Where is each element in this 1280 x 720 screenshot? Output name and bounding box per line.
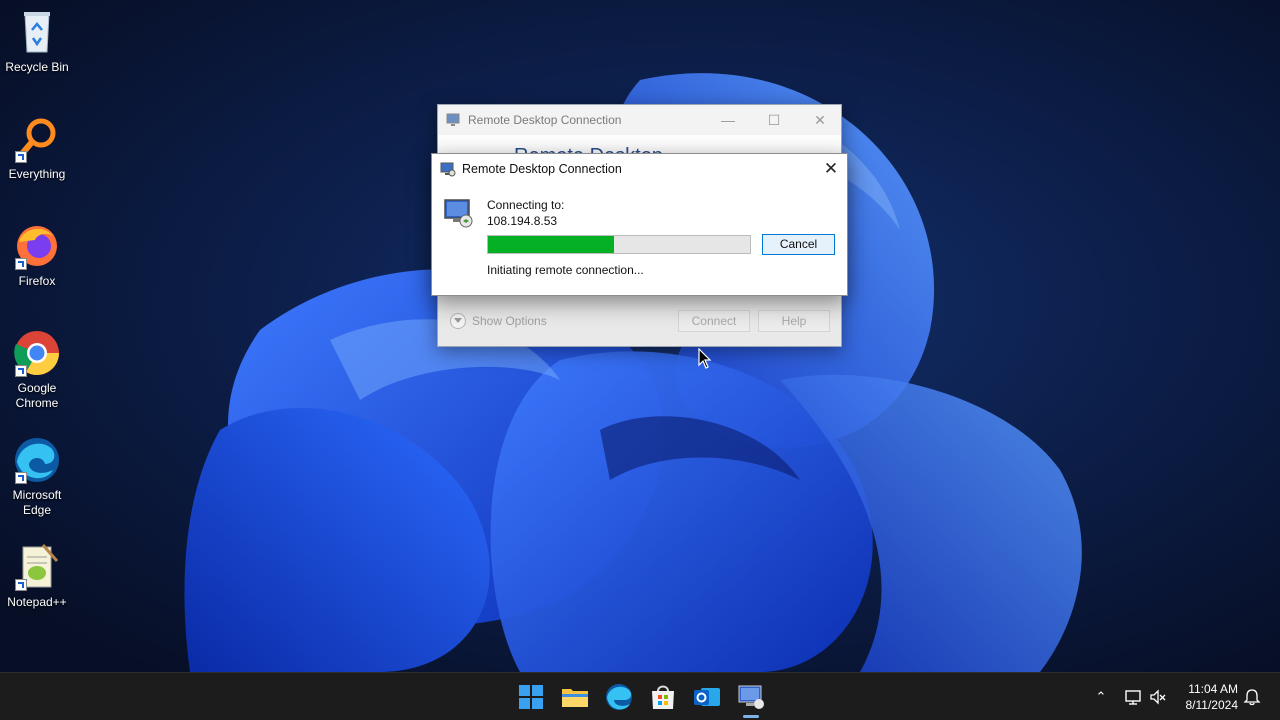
desktop-icon-label: Google Chrome [15, 381, 59, 410]
desktop-icon-microsoft-edge[interactable]: Microsoft Edge [0, 436, 74, 518]
clock-date: 8/11/2024 [1185, 698, 1239, 712]
chrome-icon [13, 329, 61, 377]
system-clock[interactable]: 11:04 AM 8/11/2024 [1174, 681, 1239, 713]
rdc-window-icon [446, 113, 460, 126]
active-app-indicator [743, 715, 759, 718]
notepad-plus-plus-icon [13, 543, 61, 591]
store-icon[interactable] [647, 681, 679, 713]
shortcut-arrow-icon [15, 151, 27, 163]
desktop-icon-label: Notepad++ [7, 595, 67, 609]
connection-progress-bar [487, 235, 751, 254]
maximize-button[interactable]: ☐ [764, 111, 784, 129]
cancel-button[interactable]: Cancel [762, 234, 835, 255]
desktop-icon-notepad-plus-plus[interactable]: Notepad++ [0, 543, 74, 610]
notification-bell-icon[interactable] [1242, 687, 1262, 707]
shortcut-arrow-icon [15, 472, 27, 484]
remote-desktop-icon[interactable] [735, 681, 767, 713]
connection-status: Initiating remote connection... [487, 263, 644, 277]
desktop-icon-firefox[interactable]: Firefox [0, 222, 74, 289]
file-explorer-icon[interactable] [559, 681, 591, 713]
mouse-cursor-icon [698, 348, 712, 369]
shortcut-arrow-icon [15, 258, 27, 270]
help-button[interactable]: Help [758, 310, 830, 332]
firefox-icon [13, 222, 61, 270]
desktop-icon-google-chrome[interactable]: Google Chrome [0, 329, 74, 411]
minimize-button[interactable]: — [718, 111, 738, 129]
desktop-icon-label: Microsoft Edge [12, 488, 62, 517]
dialog-title: Remote Desktop Connection [462, 162, 622, 176]
chevron-up-icon[interactable]: ⌃ [1091, 687, 1111, 707]
everything-search-icon [13, 115, 61, 163]
clock-time: 11:04 AM [1188, 682, 1238, 696]
desktop-icon-everything[interactable]: Everything [0, 115, 74, 182]
recycle-bin-icon [13, 8, 61, 56]
speaker-muted-icon[interactable] [1148, 687, 1168, 707]
shortcut-arrow-icon [15, 365, 27, 377]
close-button[interactable]: ✕ [810, 111, 830, 129]
edge-icon [13, 436, 61, 484]
connect-button[interactable]: Connect [678, 310, 750, 332]
chevron-down-icon[interactable] [450, 313, 466, 329]
shortcut-arrow-icon [15, 579, 27, 591]
remote-computer-icon [444, 199, 473, 228]
network-icon[interactable] [1123, 687, 1143, 707]
desktop-icon-label: Recycle Bin [5, 60, 69, 74]
taskbar: ⌃ 11:04 AM 8/11/2024 [0, 672, 1280, 720]
rdc-window-icon [440, 162, 456, 177]
show-options-link[interactable]: Show Options [472, 314, 547, 328]
desktop-icon-recycle-bin[interactable]: Recycle Bin [0, 8, 74, 75]
dialog-close-button[interactable]: ✕ [821, 159, 841, 179]
start-icon[interactable] [515, 681, 547, 713]
rdc-connecting-dialog: Remote Desktop Connection ✕ Connecting t… [431, 153, 848, 296]
connecting-to-label: Connecting to: [487, 198, 565, 212]
rdc-main-title: Remote Desktop Connection [468, 113, 622, 127]
dialog-titlebar: Remote Desktop Connection [432, 154, 847, 184]
host-address: 108.194.8.53 [487, 214, 558, 228]
desktop-icon-label: Firefox [18, 274, 56, 288]
outlook-icon[interactable] [691, 681, 723, 713]
desktop-icon-label: Everything [8, 167, 66, 181]
progress-fill [488, 236, 614, 253]
rdc-main-footer: Show Options Connect Help [438, 296, 841, 346]
edge-icon[interactable] [603, 681, 635, 713]
